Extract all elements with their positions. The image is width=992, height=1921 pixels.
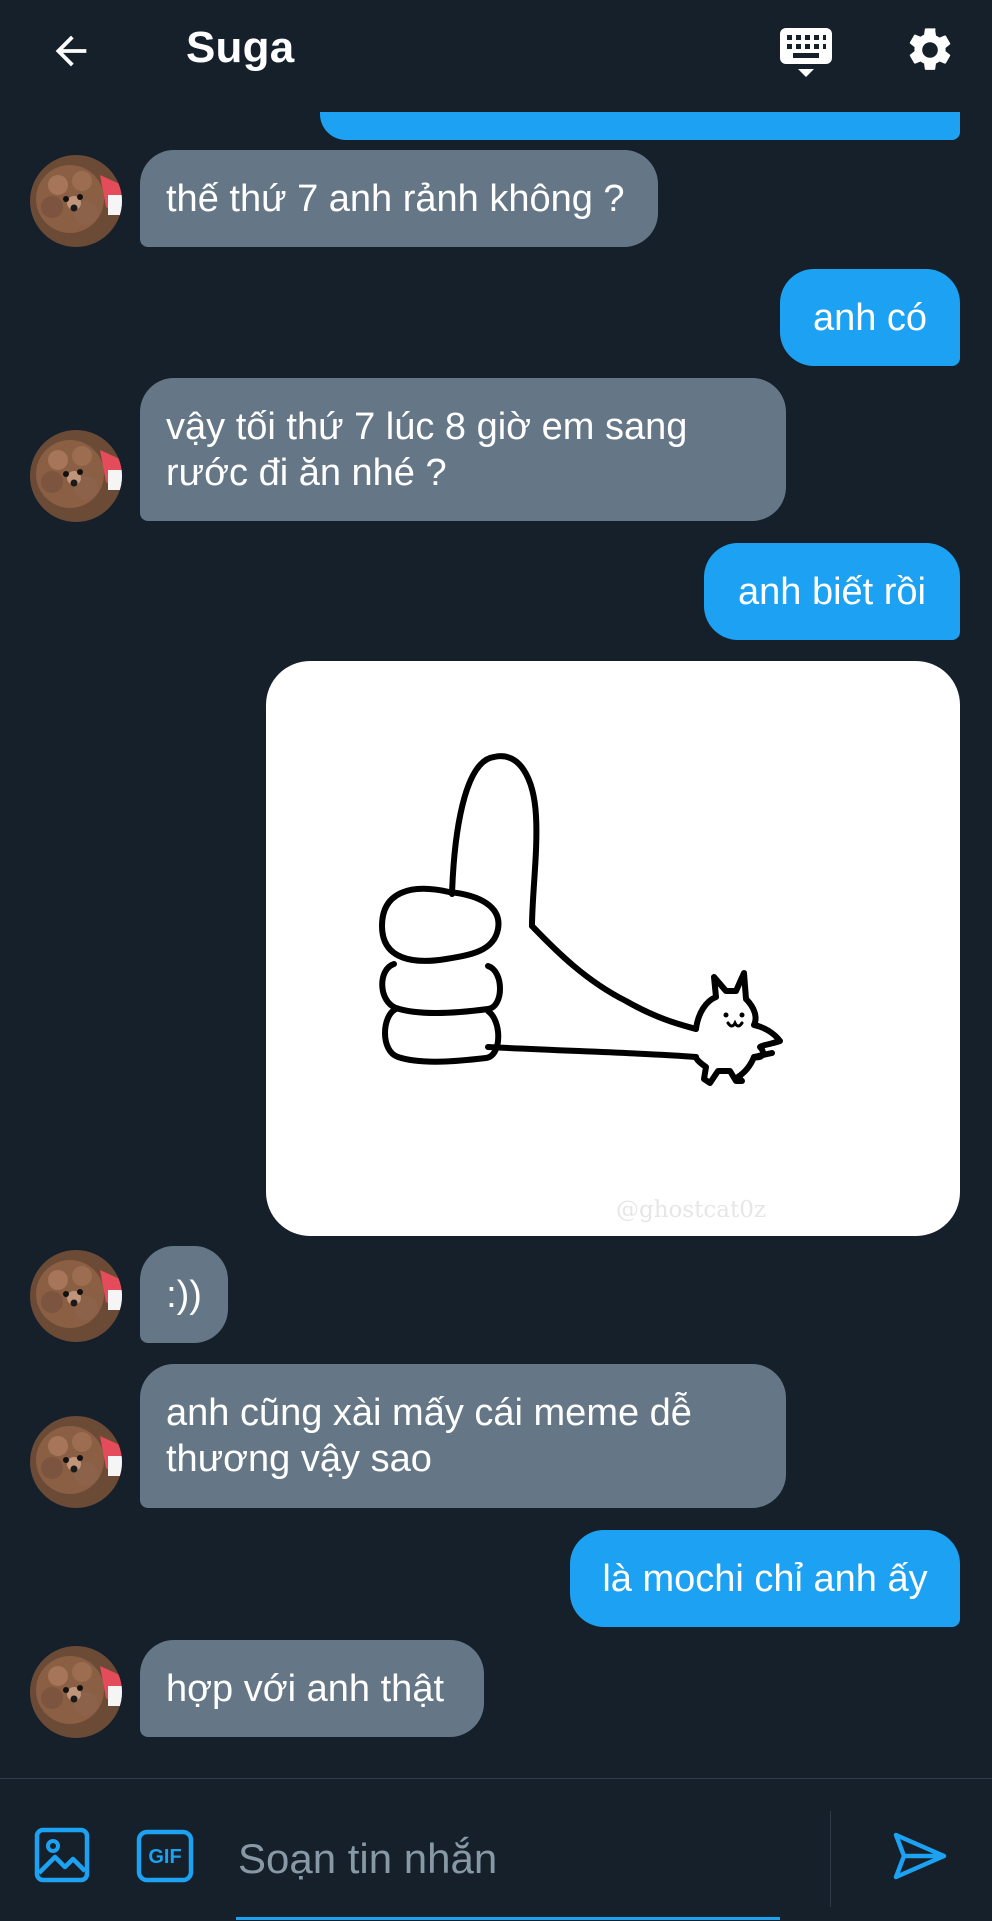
incoming-message[interactable]: :)) — [140, 1246, 228, 1343]
send-button[interactable] — [890, 1827, 948, 1885]
dog-avatar-icon — [30, 430, 122, 522]
message-text: vậy tối thứ 7 lúc 8 giờ em sang rước đi … — [166, 405, 688, 494]
send-icon — [893, 1832, 947, 1880]
dog-avatar-icon — [30, 155, 122, 247]
image-watermark: @ghostcat0z — [616, 1197, 767, 1223]
incoming-message[interactable]: vậy tối thứ 7 lúc 8 giờ em sang rước đi … — [140, 378, 786, 521]
avatar[interactable] — [30, 1646, 122, 1738]
attach-image-button[interactable] — [34, 1827, 90, 1883]
avatar[interactable] — [30, 155, 122, 247]
message-composer: GIF — [0, 1778, 992, 1921]
avatar[interactable] — [30, 1250, 122, 1342]
dog-avatar-icon — [30, 1646, 122, 1738]
message-text: anh cũng xài mấy cái meme dễ thương vậy … — [166, 1392, 692, 1480]
dog-avatar-icon — [30, 1250, 122, 1342]
incoming-message[interactable]: hợp với anh thật — [140, 1640, 484, 1737]
dog-avatar-icon — [30, 1416, 122, 1508]
message-input[interactable] — [236, 1801, 784, 1917]
message-text: anh biết rồi — [737, 570, 926, 613]
keyboard-button[interactable] — [778, 24, 834, 82]
gear-icon — [909, 28, 951, 70]
outgoing-message[interactable]: anh biết rồi — [704, 543, 960, 640]
back-button[interactable] — [46, 26, 96, 76]
outgoing-message[interactable]: anh có — [780, 269, 960, 366]
arrow-left-icon — [55, 35, 87, 67]
message-text: anh có — [812, 296, 928, 339]
conversation-title: Suga — [186, 23, 295, 72]
incoming-message[interactable]: anh cũng xài mấy cái meme dễ thương vậy … — [140, 1364, 786, 1508]
message-text: thế thứ 7 anh rảnh không ? — [166, 177, 625, 220]
gif-button[interactable]: GIF — [136, 1829, 194, 1883]
message-input-wrapper — [236, 1801, 784, 1920]
outgoing-message[interactable]: là mochi chỉ anh ấy — [570, 1530, 960, 1627]
incoming-message[interactable]: thế thứ 7 anh rảnh không ? — [140, 150, 658, 247]
thumbs-up-cat-image — [379, 753, 783, 1086]
image-message[interactable]: @ghostcat0z — [266, 661, 960, 1236]
message-text: là mochi chỉ anh ấy — [602, 1557, 928, 1600]
chat-header: Suga — [0, 0, 992, 100]
gif-icon: GIF — [136, 1829, 194, 1883]
keyboard-icon — [780, 28, 832, 77]
composer-divider — [830, 1811, 831, 1907]
avatar[interactable] — [30, 1416, 122, 1508]
settings-button[interactable] — [902, 22, 958, 78]
message-text: hợp với anh thật — [166, 1667, 445, 1710]
cropped-outgoing-bubble — [320, 112, 960, 140]
image-icon — [34, 1827, 90, 1883]
message-text: :)) — [166, 1273, 202, 1316]
avatar[interactable] — [30, 430, 122, 522]
svg-text:GIF: GIF — [148, 1846, 181, 1868]
